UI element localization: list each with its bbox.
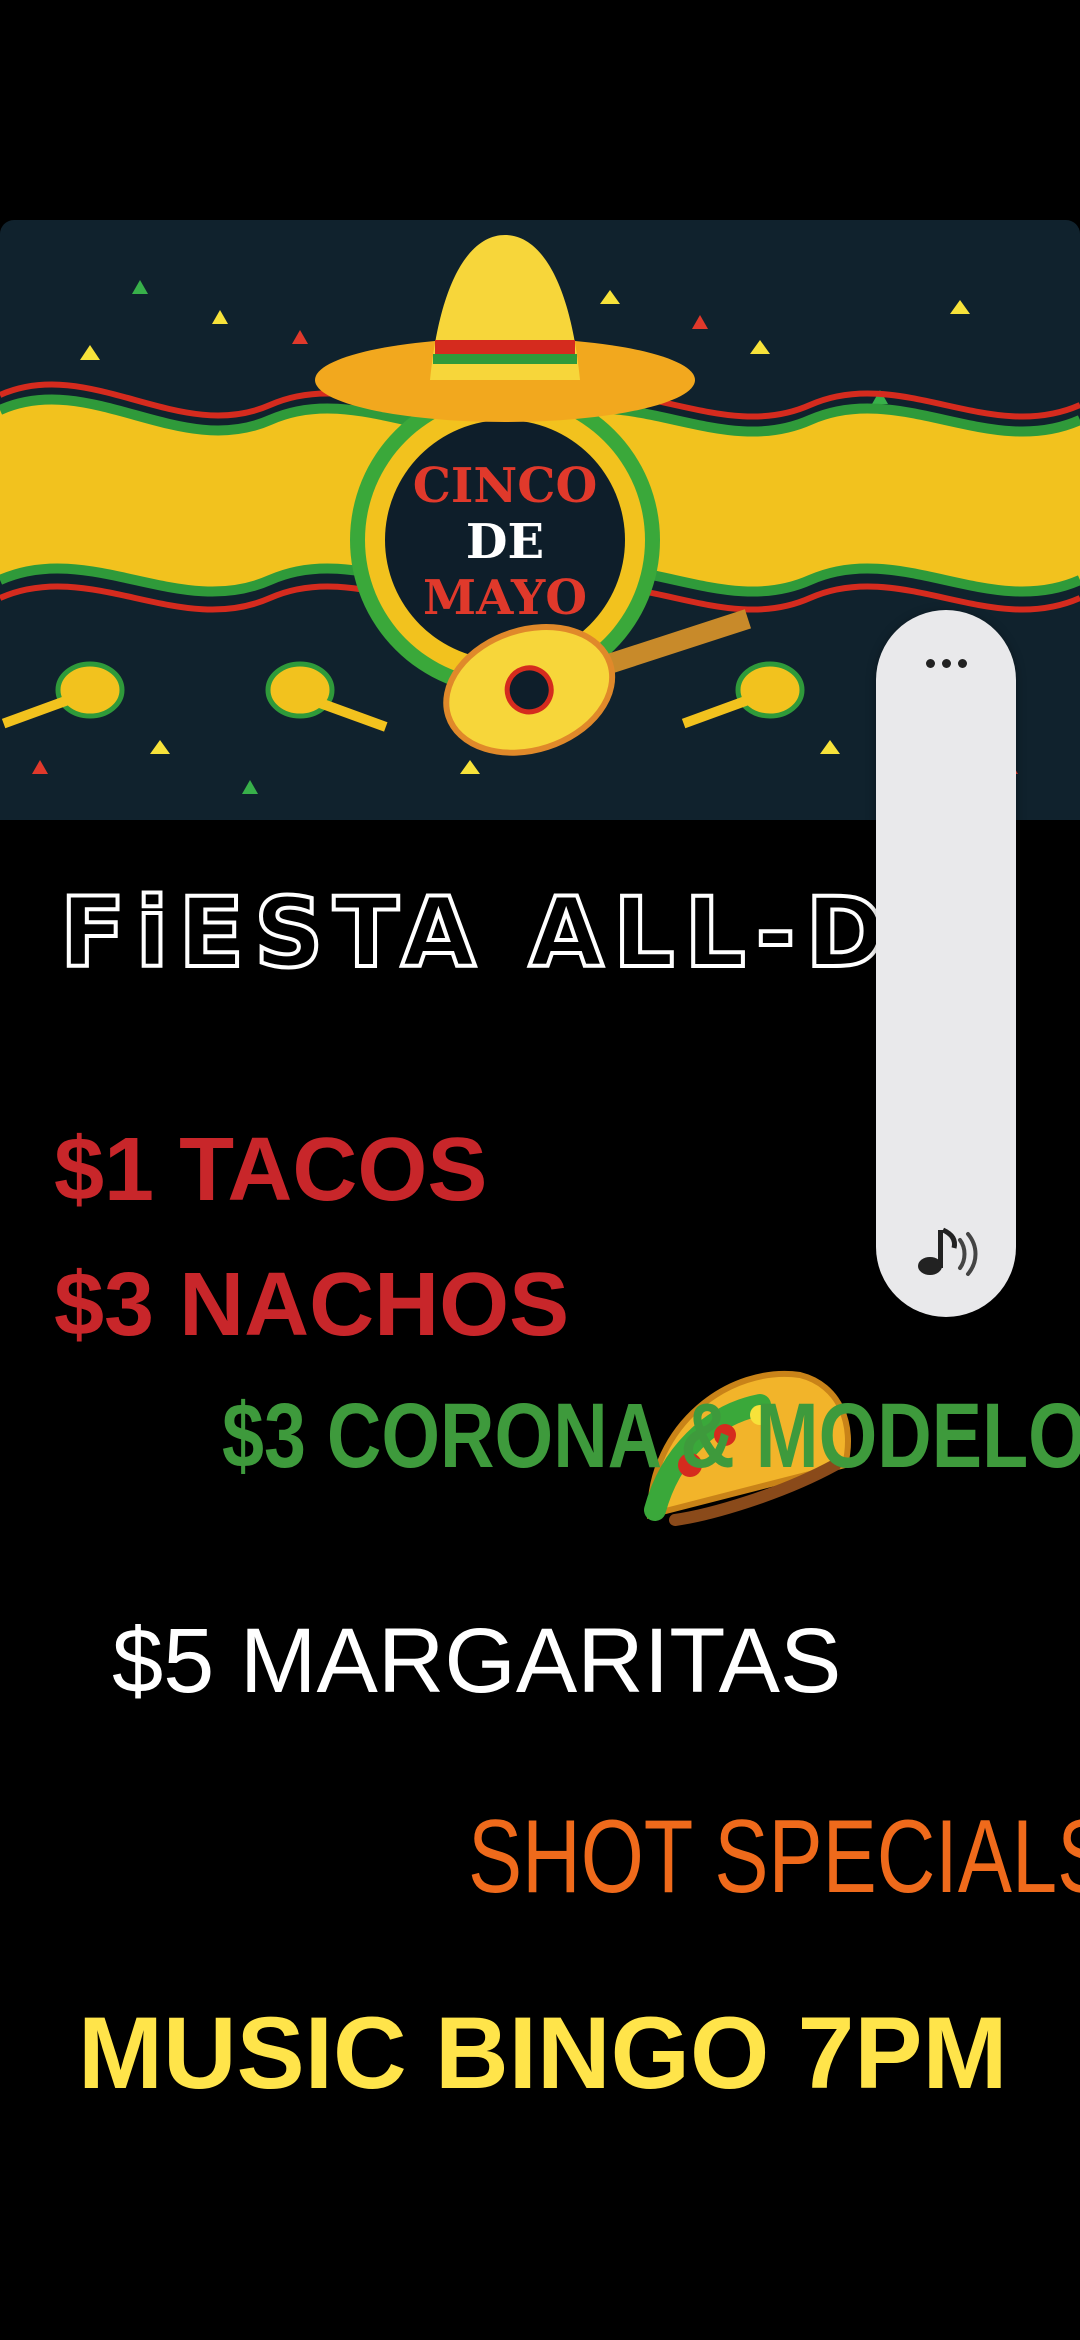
dot xyxy=(957,658,967,668)
music-sound-icon[interactable] xyxy=(904,1210,988,1294)
special-nachos: $3 NACHOS xyxy=(54,1255,570,1355)
more-options-icon[interactable] xyxy=(916,648,976,678)
special-margaritas: $5 MARGARITAS xyxy=(112,1610,842,1712)
banner-word-1: CINCO xyxy=(413,458,598,514)
banner-word-2: DE xyxy=(466,514,544,570)
floating-side-panel xyxy=(876,610,1016,1317)
dot xyxy=(925,658,935,668)
special-corona-modelo: $3 CORONA & MODELO xyxy=(222,1385,1080,1487)
headline-fiesta-all-day: FiESTA ALL-DA xyxy=(58,877,980,989)
special-shots: SHOT SPECIALS xyxy=(468,1799,1080,1915)
special-tacos: $1 TACOS xyxy=(54,1120,488,1220)
dot xyxy=(941,658,951,668)
special-music-bingo: MUSIC BINGO 7PM xyxy=(78,1996,1008,2110)
banner-word-3: MAYO xyxy=(423,570,587,626)
